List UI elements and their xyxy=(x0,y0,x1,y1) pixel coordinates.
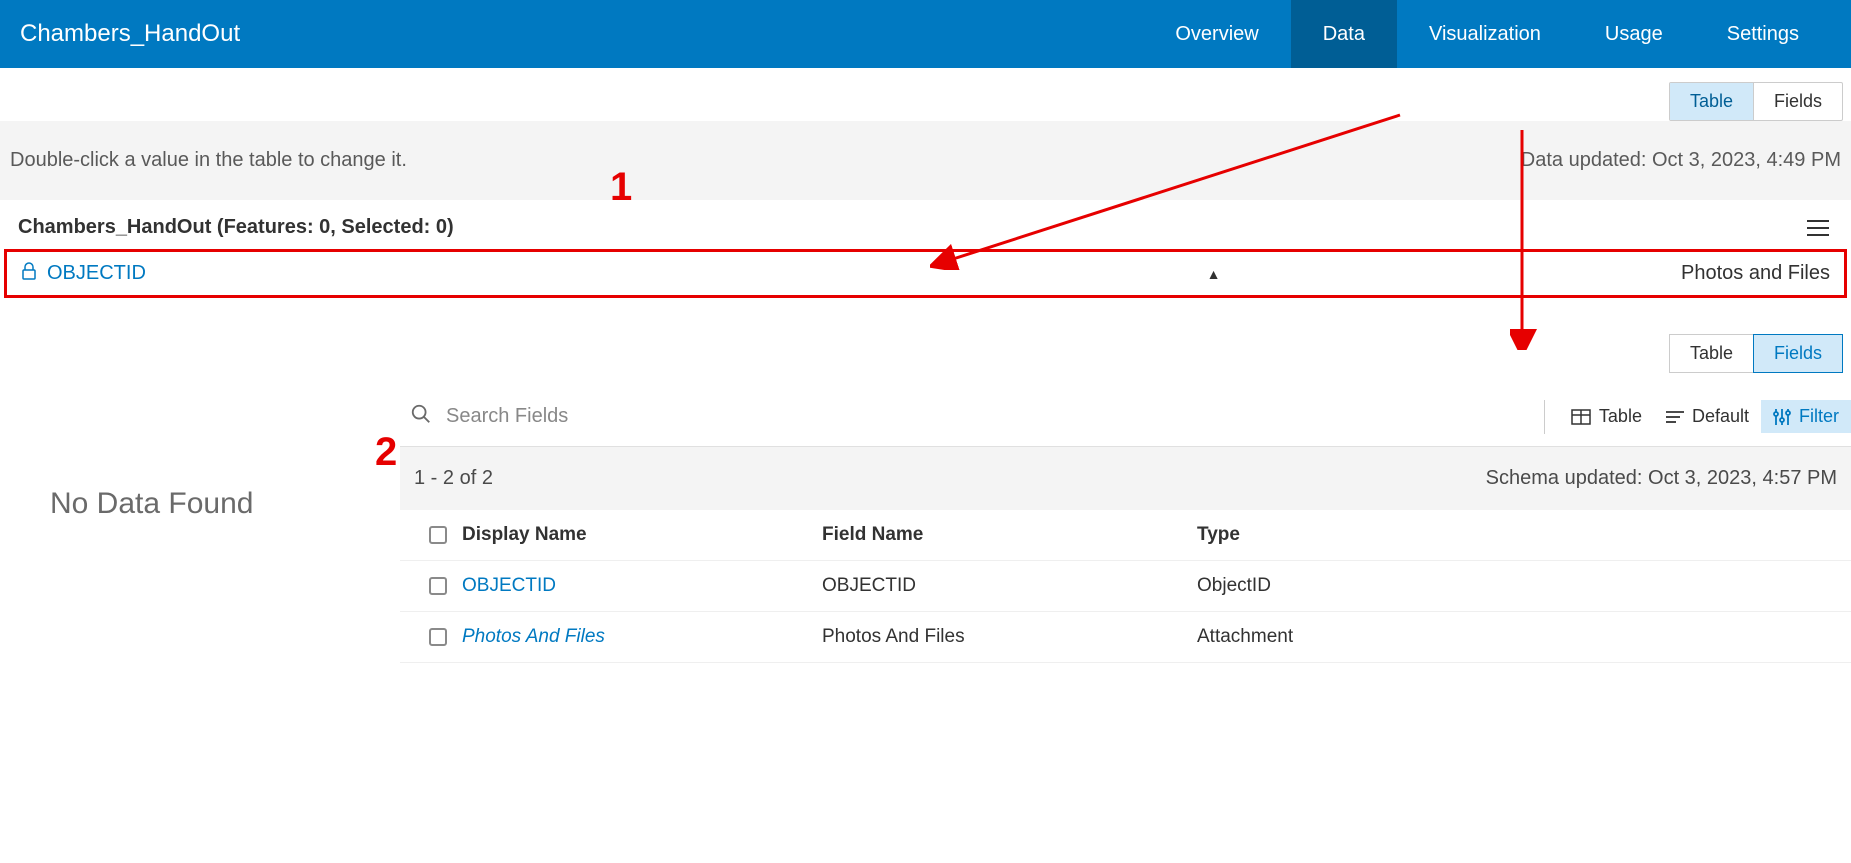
edit-hint-text: Double-click a value in the table to cha… xyxy=(10,149,407,172)
fields-table-header: Display Name Field Name Type xyxy=(400,510,1851,561)
table-icon xyxy=(1571,409,1591,425)
no-data-message: No Data Found xyxy=(50,487,400,521)
search-fields-input[interactable] xyxy=(446,405,1520,428)
subtabs-row-2: Table Fields xyxy=(0,306,1851,373)
filter-button[interactable]: Filter xyxy=(1761,400,1851,433)
field-name-cell: Photos And Files xyxy=(822,626,1197,648)
table-row[interactable]: Photos And Files Photos And Files Attach… xyxy=(400,612,1851,663)
schema-updated-text: Schema updated: Oct 3, 2023, 4:57 PM xyxy=(1486,467,1837,490)
column-objectid[interactable]: OBJECTID xyxy=(47,262,146,285)
lock-icon xyxy=(21,262,37,285)
search-wrap xyxy=(400,397,1530,436)
subtab1-table[interactable]: Table xyxy=(1670,83,1754,120)
view-table-label: Table xyxy=(1599,406,1642,427)
table-row[interactable]: OBJECTID OBJECTID ObjectID xyxy=(400,561,1851,612)
pagination-text: 1 - 2 of 2 xyxy=(414,467,493,490)
col-field-name[interactable]: Field Name xyxy=(822,524,1197,546)
data-updated-text: Data updated: Oct 3, 2023, 4:49 PM xyxy=(1521,149,1841,172)
main-tabs: Overview Data Visualization Usage Settin… xyxy=(1143,0,1831,68)
sliders-icon xyxy=(1773,408,1791,426)
list-icon xyxy=(1666,410,1684,424)
row-checkbox[interactable] xyxy=(429,628,447,646)
annotation-2: 2 xyxy=(375,430,397,475)
status-row: 1 - 2 of 2 Schema updated: Oct 3, 2023, … xyxy=(400,447,1851,510)
field-display-name-link[interactable]: OBJECTID xyxy=(462,575,822,597)
options-menu-icon[interactable] xyxy=(1807,220,1829,236)
fields-toolbar: Table Default Filter xyxy=(400,387,1851,447)
select-all-checkbox[interactable] xyxy=(429,526,447,544)
order-default-button[interactable]: Default xyxy=(1654,400,1761,433)
field-name-cell: OBJECTID xyxy=(822,575,1197,597)
tab-visualization[interactable]: Visualization xyxy=(1397,0,1573,68)
field-type-cell: ObjectID xyxy=(1197,575,1837,597)
subtabs-row-1: Table Fields xyxy=(0,68,1851,121)
tab-settings[interactable]: Settings xyxy=(1695,0,1831,68)
tab-overview[interactable]: Overview xyxy=(1143,0,1290,68)
view-table-button[interactable]: Table xyxy=(1559,400,1654,433)
sort-ascending-icon[interactable]: ▲ xyxy=(146,266,1221,282)
field-display-name-link[interactable]: Photos And Files xyxy=(462,626,822,648)
annotation-1: 1 xyxy=(610,165,632,210)
subtab1-fields[interactable]: Fields xyxy=(1754,83,1842,120)
fields-pane: Table Default Filter xyxy=(400,387,1851,663)
search-icon xyxy=(410,403,432,430)
table-fields-toggle-2: Table Fields xyxy=(1669,334,1843,373)
col-type[interactable]: Type xyxy=(1197,524,1837,546)
section-2: No Data Found Table Default xyxy=(0,387,1851,663)
layer-row: Chambers_HandOut (Features: 0, Selected:… xyxy=(0,200,1851,245)
page-title: Chambers_HandOut xyxy=(20,20,240,48)
subtab2-table[interactable]: Table xyxy=(1669,334,1753,373)
subtab2-fields[interactable]: Fields xyxy=(1753,334,1843,373)
column-photos-files[interactable]: Photos and Files xyxy=(1681,262,1830,285)
app-header: Chambers_HandOut Overview Data Visualiza… xyxy=(0,0,1851,68)
table-column-headers: OBJECTID ▲ Photos and Files xyxy=(4,249,1847,298)
col-display-name[interactable]: Display Name xyxy=(462,524,822,546)
table-fields-toggle-1: Table Fields xyxy=(1669,82,1843,121)
fields-table: Display Name Field Name Type OBJECTID OB… xyxy=(400,510,1851,663)
filter-label: Filter xyxy=(1799,406,1839,427)
left-pane: No Data Found xyxy=(0,387,400,663)
layer-title: Chambers_HandOut (Features: 0, Selected:… xyxy=(18,216,454,239)
row-checkbox[interactable] xyxy=(429,577,447,595)
tab-usage[interactable]: Usage xyxy=(1573,0,1695,68)
field-type-cell: Attachment xyxy=(1197,626,1837,648)
order-default-label: Default xyxy=(1692,406,1749,427)
divider xyxy=(1544,400,1545,434)
instruction-band: Double-click a value in the table to cha… xyxy=(0,121,1851,200)
tab-data[interactable]: Data xyxy=(1291,0,1397,68)
